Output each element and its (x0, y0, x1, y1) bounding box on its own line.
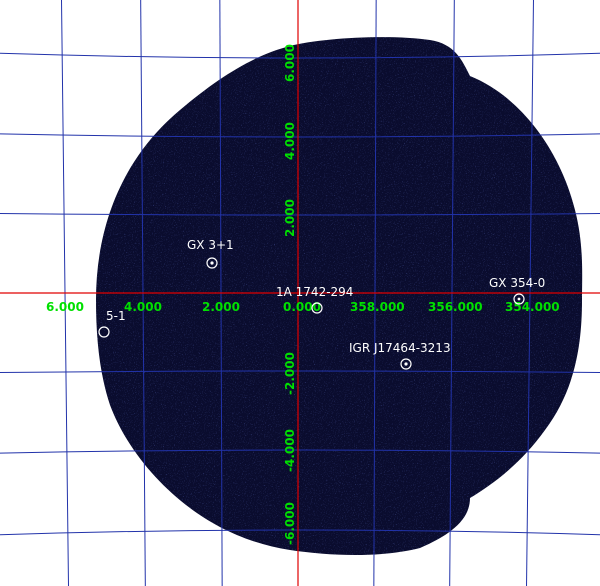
lon-tick-label: 6.000 (46, 300, 84, 314)
lon-tick-label: 354.000 (505, 300, 560, 314)
lat-tick-label: -6.000 (283, 502, 297, 545)
source-label: IGR J17464-3213 (349, 341, 451, 355)
lat-tick-label: 6.000 (283, 44, 297, 82)
source-dot (210, 261, 214, 265)
lon-tick-label: 4.000 (124, 300, 162, 314)
source-label: GX 354-0 (489, 276, 545, 290)
lon-tick-label: 0.000 (283, 300, 321, 314)
source-dot (517, 297, 521, 301)
source-label: 1A 1742-294 (276, 285, 353, 299)
sky-map: 6.000 4.000 2.000 0.000 358.000 356.000 … (0, 0, 600, 586)
lat-tick-label: -4.000 (283, 429, 297, 472)
lon-tick-label: 358.000 (350, 300, 405, 314)
lat-tick-label: 2.000 (283, 199, 297, 237)
source-label: 5-1 (106, 309, 126, 323)
lon-tick-label: 356.000 (428, 300, 483, 314)
lat-tick-label: -2.000 (283, 352, 297, 395)
source-dot (404, 362, 408, 366)
lon-tick-label: 2.000 (202, 300, 240, 314)
lat-tick-label: 4.000 (283, 122, 297, 160)
source-label: GX 3+1 (187, 238, 234, 252)
